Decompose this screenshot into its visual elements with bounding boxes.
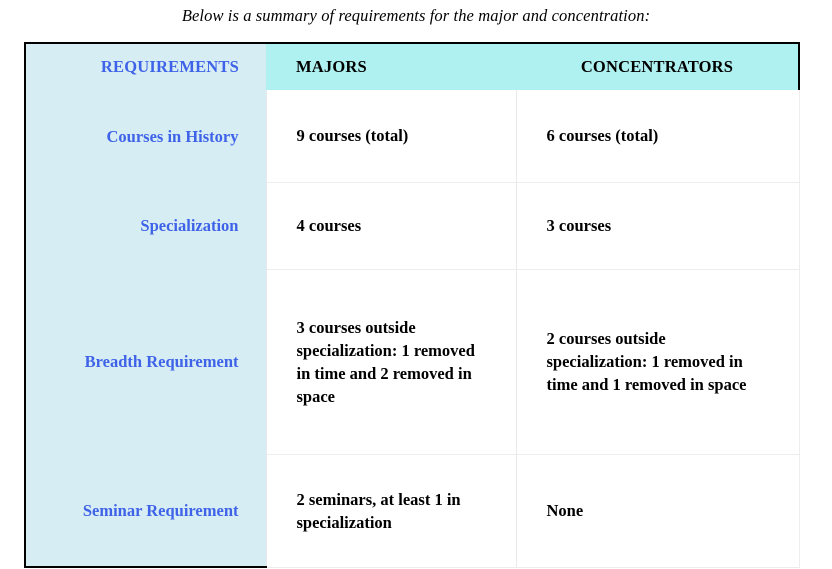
cell-concentrators-seminar-requirement: None <box>515 453 800 568</box>
page-root: Below is a summary of requirements for t… <box>0 0 832 569</box>
cell-text: 2 seminars, at least 1 in specialization <box>296 489 461 532</box>
cell-text: 2 courses outside specialization: 1 remo… <box>546 329 747 394</box>
cell-text: 9 courses (total) <box>296 126 409 146</box>
table-body: Courses in History 9 courses (total) 6 c… <box>24 90 800 568</box>
cell-concentrators-courses-in-history: 6 courses (total) <box>515 90 800 182</box>
row-label-text: Specialization <box>140 216 239 235</box>
row-label-breadth-requirement: Breadth Requirement <box>24 269 266 454</box>
table-row: Specialization 4 courses 3 courses <box>24 181 800 269</box>
row-label-specialization: Specialization <box>24 182 266 269</box>
column-header-majors: MAJORS <box>266 42 516 90</box>
cell-text: 3 courses <box>546 216 612 235</box>
requirements-table: REQUIREMENTS MAJORS CONCENTRATORS Course… <box>24 42 800 568</box>
cell-text: 3 courses outside specialization: 1 remo… <box>296 317 475 406</box>
cell-concentrators-specialization: 3 courses <box>515 181 800 269</box>
table-row: Breadth Requirement 3 courses outside sp… <box>24 268 800 454</box>
cell-text: 6 courses (total) <box>546 126 659 146</box>
row-label-text: Seminar Requirement <box>82 500 239 520</box>
row-label-courses-in-history: Courses in History <box>24 90 266 182</box>
cell-concentrators-breadth-requirement: 2 courses outside specialization: 1 remo… <box>515 268 800 454</box>
cell-majors-specialization: 4 courses <box>265 181 516 269</box>
cell-majors-seminar-requirement: 2 seminars, at least 1 in specialization <box>265 453 516 568</box>
table-row: Courses in History 9 courses (total) 6 c… <box>24 90 800 182</box>
cell-text: None <box>546 501 584 520</box>
table-row: Seminar Requirement 2 seminars, at least… <box>24 453 800 568</box>
intro-caption: Below is a summary of requirements for t… <box>181 6 651 25</box>
row-label-text: Breadth Requirement <box>84 352 239 371</box>
row-label-text: Courses in History <box>106 126 239 146</box>
table-header: REQUIREMENTS MAJORS CONCENTRATORS <box>24 42 800 90</box>
table-header-row: REQUIREMENTS MAJORS CONCENTRATORS <box>24 42 800 90</box>
cell-majors-breadth-requirement: 3 courses outside specialization: 1 remo… <box>265 268 516 454</box>
cell-majors-courses-in-history: 9 courses (total) <box>265 90 516 182</box>
cell-text: 4 courses <box>296 216 362 235</box>
requirements-table-container: REQUIREMENTS MAJORS CONCENTRATORS Course… <box>24 42 800 568</box>
row-label-seminar-requirement: Seminar Requirement <box>24 454 266 568</box>
column-header-requirements: REQUIREMENTS <box>24 42 266 90</box>
column-header-concentrators: CONCENTRATORS <box>516 42 800 90</box>
